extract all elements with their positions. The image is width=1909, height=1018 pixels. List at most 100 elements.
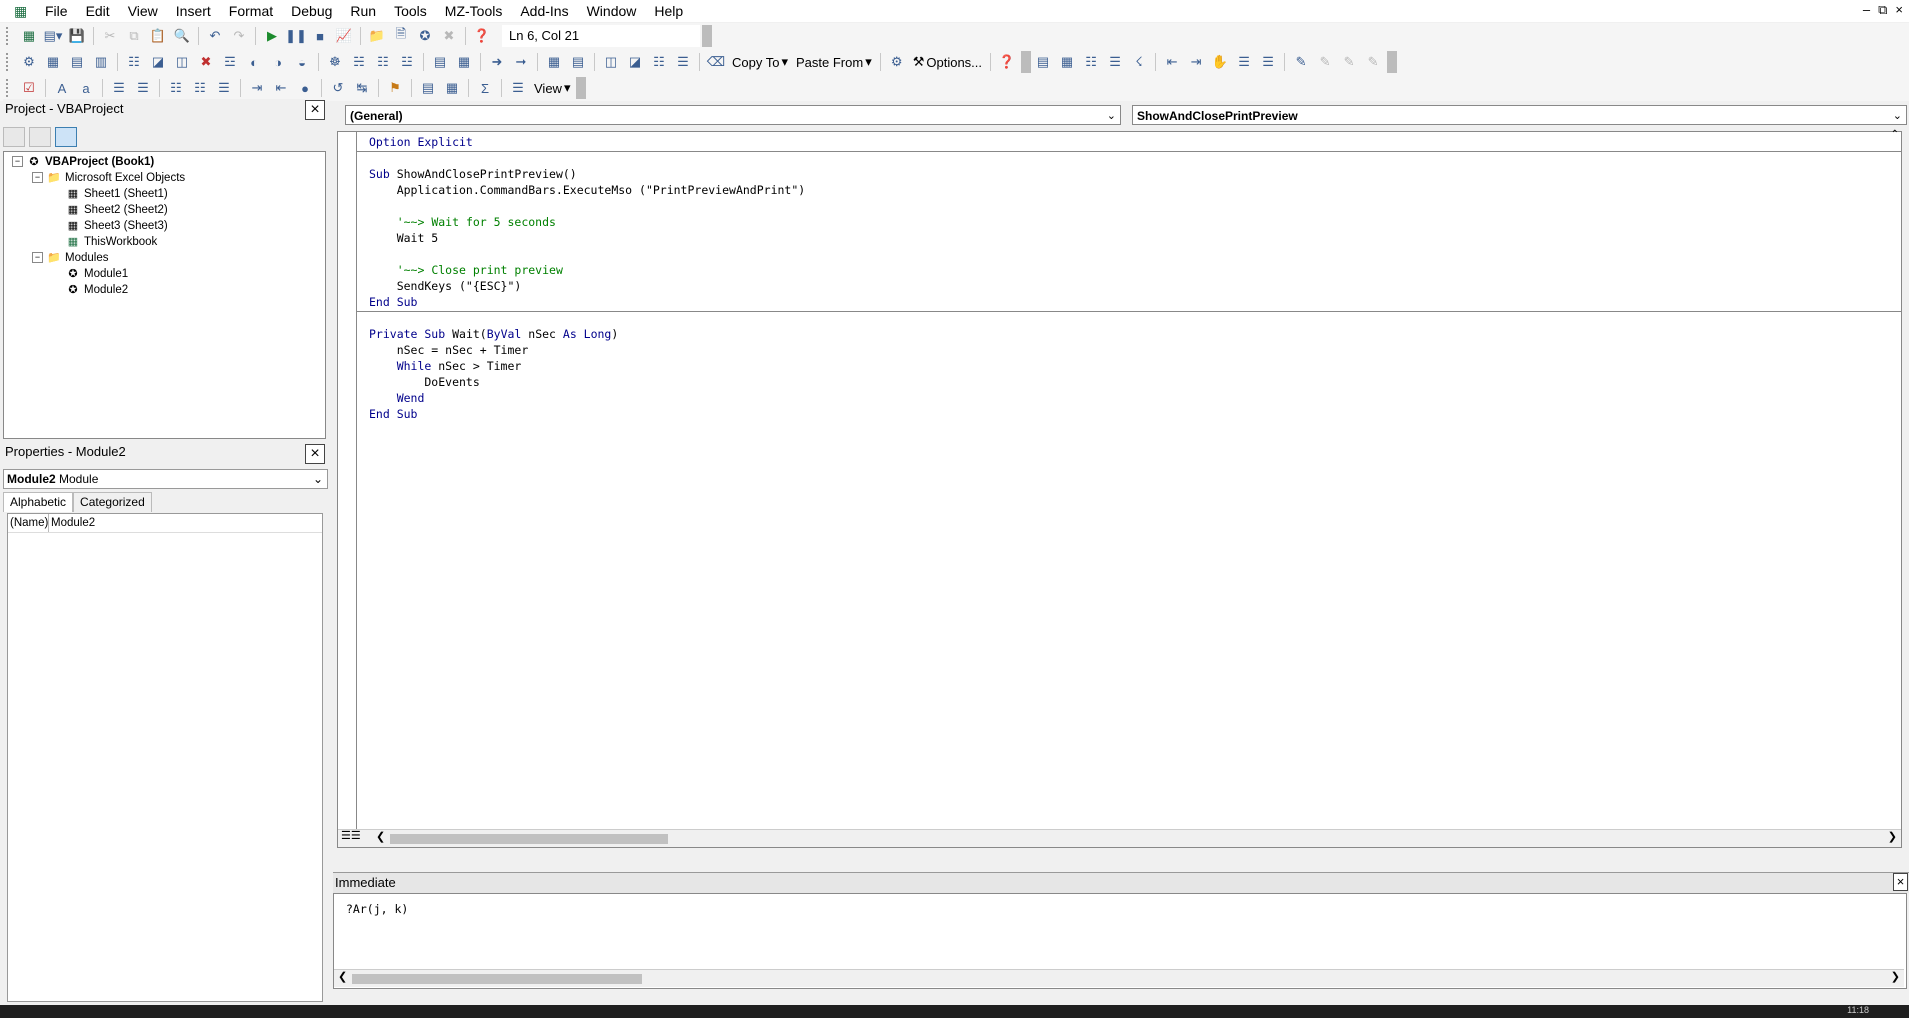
menu-window[interactable]: Window (578, 0, 646, 22)
project-explorer-icon[interactable]: 📁 (367, 26, 387, 46)
code-line[interactable]: Private Sub Wait(ByVal nSec As Long) (369, 326, 805, 342)
mz-tool-icon[interactable]: ☰ (673, 52, 693, 72)
help-icon[interactable]: ❓ (472, 26, 492, 46)
split-view-icon[interactable]: ☰☰ (341, 829, 361, 842)
parameter-info-icon[interactable]: ☷ (190, 78, 210, 98)
breakpoint-icon[interactable]: ● (295, 78, 315, 98)
mz-tool-icon[interactable]: ▦ (43, 52, 63, 72)
break-icon[interactable]: ❚❚ (285, 26, 307, 46)
reset-icon[interactable]: ■ (310, 26, 330, 46)
collapse-icon[interactable]: − (32, 252, 43, 263)
paste-icon[interactable]: 📋 (148, 26, 168, 46)
code-line[interactable]: End Sub (369, 294, 805, 310)
copy-to-button[interactable]: Copy To ▾ (728, 54, 792, 70)
mz-tool-icon[interactable]: ☇ (1129, 52, 1149, 72)
tree-item-sheet1[interactable]: ▦ Sheet1 (Sheet1) (66, 187, 168, 201)
code-line[interactable]: End Sub (369, 406, 805, 422)
mz-tool-icon[interactable]: ☷ (124, 52, 144, 72)
mz-tool-icon[interactable]: ⚙ (19, 52, 39, 72)
next-bookmark-icon[interactable]: ▤ (418, 78, 438, 98)
code-line[interactable]: SendKeys ("{ESC}") (369, 278, 805, 294)
toolbar-overflow[interactable] (702, 25, 712, 47)
comment-block-icon[interactable]: ↺ (328, 78, 348, 98)
code-line[interactable]: nSec = nSec + Timer (369, 342, 805, 358)
menu-mz-tools[interactable]: MZ-Tools (436, 0, 512, 22)
code-text[interactable]: Option Explicit Sub ShowAndClosePrintPrev… (369, 134, 805, 422)
code-line[interactable] (369, 310, 805, 326)
menu-insert[interactable]: Insert (167, 0, 220, 22)
close-icon[interactable]: × (305, 100, 325, 120)
properties-object-combo[interactable]: Module2 Module ⌄ (3, 469, 328, 489)
mz-tool-icon[interactable]: ✎ (1339, 52, 1359, 72)
list-constants-icon[interactable]: ☰ (133, 78, 153, 98)
font-larger-icon[interactable]: A (52, 78, 72, 98)
code-line[interactable]: '~~> Close print preview (369, 262, 805, 278)
menu-tools[interactable]: Tools (385, 0, 436, 22)
menu-run[interactable]: Run (341, 0, 385, 22)
mz-tool-icon[interactable]: ◒ (292, 52, 312, 72)
quick-info-icon[interactable]: ☷ (166, 78, 186, 98)
save-icon[interactable]: 💾 (67, 26, 87, 46)
font-smaller-icon[interactable]: a (76, 78, 96, 98)
list-members-icon[interactable]: ☰ (109, 78, 129, 98)
mz-tool-icon[interactable]: ✎ (1363, 52, 1383, 72)
tab-alphabetic[interactable]: Alphabetic (3, 492, 74, 512)
run-icon[interactable]: ▶ (262, 26, 282, 46)
tree-item-sheet3[interactable]: ▦ Sheet3 (Sheet3) (66, 219, 168, 233)
clear-bookmarks-icon[interactable]: ☰ (508, 78, 528, 98)
tree-item-sheet2[interactable]: ▦ Sheet2 (Sheet2) (66, 203, 168, 217)
code-line[interactable]: Wait 5 (369, 230, 805, 246)
checklist-icon[interactable]: ☑ (19, 78, 39, 98)
close-icon[interactable]: × (1893, 873, 1908, 891)
object-browser-icon[interactable]: ✪ (415, 26, 435, 46)
collapse-icon[interactable]: − (12, 156, 23, 167)
scroll-left-icon[interactable]: ❮ (338, 970, 347, 983)
code-line[interactable]: '~~> Wait for 5 seconds (369, 214, 805, 230)
tree-item-thisworkbook[interactable]: ▦ ThisWorkbook (66, 235, 158, 249)
toolbar-overflow[interactable] (1387, 51, 1398, 73)
tab-categorized[interactable]: Categorized (73, 492, 152, 512)
cut-icon[interactable]: ✂ (100, 26, 120, 46)
indent-icon[interactable]: ⇥ (1186, 52, 1206, 72)
toolbar-grip[interactable] (6, 53, 12, 71)
code-line[interactable]: While nSec > Timer (369, 358, 805, 374)
code-line[interactable]: Sub ShowAndClosePrintPreview() (369, 166, 805, 182)
code-line[interactable] (369, 198, 805, 214)
mz-tool-icon[interactable]: ◑ (268, 52, 288, 72)
mz-tool-icon[interactable]: ✎ (1315, 52, 1335, 72)
toolbar-overflow[interactable] (576, 77, 587, 99)
immediate-window[interactable]: ?Ar(j, k) ❮ ❯ (333, 893, 1907, 989)
complete-word-icon[interactable]: ☰ (214, 78, 234, 98)
tree-root[interactable]: − ✪ VBAProject (Book1) (12, 155, 154, 168)
mz-tool-icon[interactable]: ➜ (487, 52, 507, 72)
mz-tool-icon[interactable]: ▥ (91, 52, 111, 72)
tree-folder-objects[interactable]: − 📁 Microsoft Excel Objects (32, 171, 185, 184)
code-line[interactable] (369, 246, 805, 262)
scroll-right-icon[interactable]: ❯ (1888, 830, 1897, 843)
list-icon[interactable]: ☰ (1234, 52, 1254, 72)
mz-tool-icon[interactable]: ▦ (454, 52, 474, 72)
mz-tool-icon[interactable]: ▤ (568, 52, 588, 72)
mz-tool-icon[interactable]: ◪ (625, 52, 645, 72)
toolbar-grip[interactable] (6, 27, 12, 45)
hand-icon[interactable]: ✋ (1210, 52, 1230, 72)
menu-edit[interactable]: Edit (77, 0, 119, 22)
restore-icon[interactable]: ⧉ (1878, 2, 1887, 18)
toolbar-grip[interactable] (6, 79, 12, 97)
mz-tool-icon[interactable]: ☸ (325, 52, 345, 72)
mz-tool-icon[interactable]: ✖ (196, 52, 216, 72)
scroll-right-icon[interactable]: ❯ (1891, 970, 1900, 983)
toolbox-icon[interactable]: ✖ (439, 26, 459, 46)
options-button[interactable]: ⚒ Options... (909, 54, 986, 70)
menu-format[interactable]: Format (220, 0, 282, 22)
view-code-button[interactable] (3, 127, 25, 147)
mz-tool-icon[interactable]: ▤ (67, 52, 87, 72)
tree-folder-modules[interactable]: − 📁 Modules (32, 251, 108, 264)
view-excel-icon[interactable]: ▦ (19, 26, 39, 46)
scrollbar-thumb[interactable] (352, 974, 642, 984)
property-value[interactable]: Module2 (49, 514, 95, 532)
menu-add-ins[interactable]: Add-Ins (511, 0, 577, 22)
tree-item-module1[interactable]: ✪ Module1 (66, 267, 128, 281)
code-editor[interactable]: Option Explicit Sub ShowAndClosePrintPrev… (337, 129, 1902, 848)
mz-tool-icon[interactable]: ◫ (172, 52, 192, 72)
